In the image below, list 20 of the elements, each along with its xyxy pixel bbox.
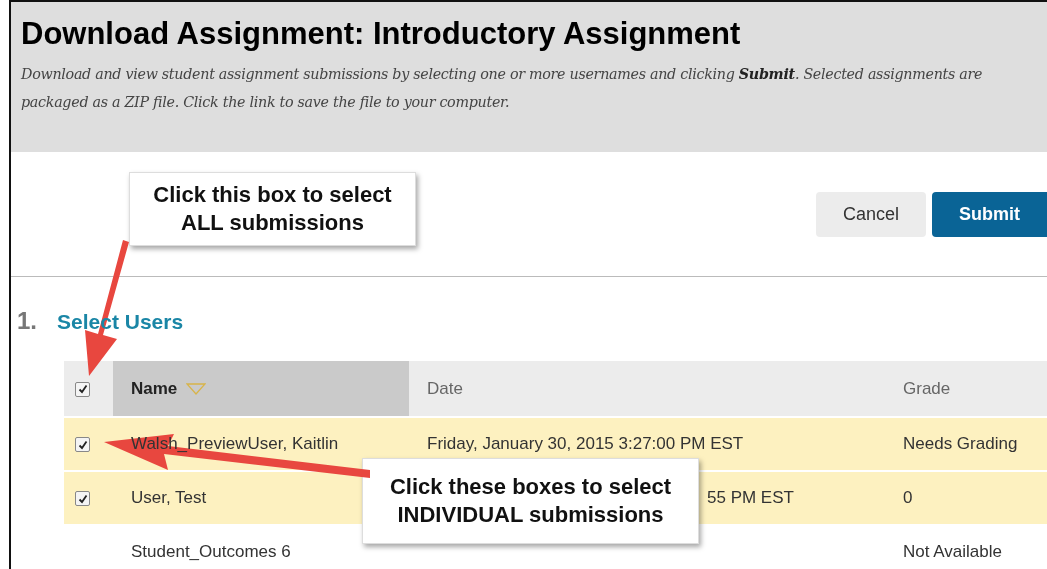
- table-cell: 0: [903, 488, 913, 507]
- row-checkbox[interactable]: [75, 437, 90, 452]
- table-cell: Friday, January 30, 2015 3:27:00 PM EST: [427, 434, 744, 453]
- page-description: Download and view student assignment submissions by selecting one or more usernames and clicking Submit. Selected assignments are packaged as a ZIP file. Click the link to save the file to your computer.: [21, 65, 984, 112]
- select-all-checkbox[interactable]: [75, 381, 90, 397]
- table-cell: Not Available: [903, 542, 1002, 561]
- column-header[interactable]: Grade: [903, 378, 951, 398]
- table-cell: Needs Grading: [903, 434, 1018, 453]
- callout: Click this box to select ALL submissions: [129, 172, 416, 246]
- cancel-button[interactable]: Cancel: [815, 192, 926, 237]
- column-header[interactable]: Date: [427, 378, 463, 398]
- step-number: 1.: [17, 307, 37, 335]
- callout: Click these boxes to select INDIVIDUAL submissions: [362, 458, 699, 544]
- column-header[interactable]: Name: [131, 378, 178, 398]
- table-cell: Student_Outcomes 6: [131, 542, 291, 561]
- submit-button[interactable]: Submit: [932, 192, 1047, 237]
- table-cell-text: 55 PM EST: [706, 488, 794, 507]
- table-cell: User, Test: [131, 488, 207, 507]
- row-checkbox[interactable]: [75, 491, 90, 506]
- page-title: Download Assignment: Introductory Assignment: [21, 16, 742, 52]
